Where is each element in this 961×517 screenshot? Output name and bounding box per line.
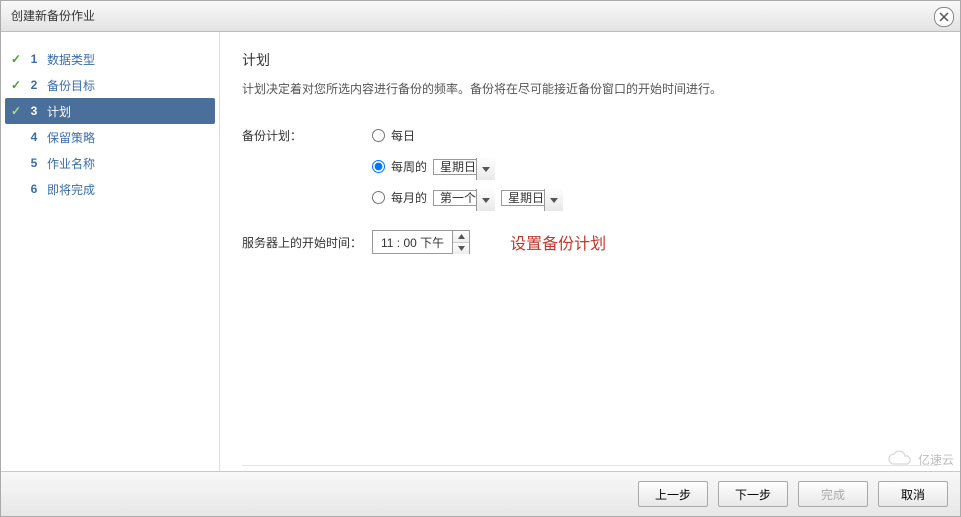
step-ready[interactable]: ✓ 6 即将完成 <box>1 176 219 202</box>
radio-monthly-input[interactable] <box>372 191 385 204</box>
titlebar: 创建新备份作业 <box>1 1 960 32</box>
step-label: 即将完成 <box>47 181 95 198</box>
close-button[interactable] <box>934 7 954 27</box>
radio-monthly[interactable]: 每月的 第一个 星期日 <box>372 189 563 206</box>
schedule-radio-group: 每日 每周的 星期日 每月的 第一个 <box>372 127 563 206</box>
step-job-name[interactable]: ✓ 5 作业名称 <box>1 150 219 176</box>
cancel-button[interactable]: 取消 <box>878 481 948 507</box>
window-title: 创建新备份作业 <box>11 9 95 23</box>
finish-button[interactable]: 完成 <box>798 481 868 507</box>
page-description: 计划决定着对您所选内容进行备份的频率。备份将在尽可能接近备份窗口的开始时间进行。 <box>242 80 938 97</box>
start-time-input[interactable]: 11 : 00 下午 <box>372 230 470 254</box>
spinner-down-button[interactable] <box>453 243 469 254</box>
back-button[interactable]: 上一步 <box>638 481 708 507</box>
weekly-day-value: 星期日 <box>433 159 495 175</box>
step-label: 计划 <box>47 103 71 120</box>
wizard-sidebar: ✓ 1 数据类型 ✓ 2 备份目标 ✓ 3 计划 ✓ 4 保留策略 ✓ 5 <box>1 32 220 472</box>
step-number: 4 <box>27 130 41 144</box>
close-icon <box>935 8 953 26</box>
next-button[interactable]: 下一步 <box>718 481 788 507</box>
dialog-body: ✓ 1 数据类型 ✓ 2 备份目标 ✓ 3 计划 ✓ 4 保留策略 ✓ 5 <box>1 32 960 472</box>
radio-weekly-label: 每周的 <box>391 158 427 175</box>
step-number: 5 <box>27 156 41 170</box>
step-data-type[interactable]: ✓ 1 数据类型 <box>1 46 219 72</box>
radio-weekly[interactable]: 每周的 星期日 <box>372 158 563 175</box>
step-number: 2 <box>27 78 41 92</box>
start-time-value: 11 : 00 下午 <box>373 234 452 251</box>
step-number: 3 <box>27 104 41 118</box>
dialog-footer: 上一步 下一步 完成 取消 <box>1 471 960 516</box>
monthly-ordinal-select[interactable]: 第一个 <box>433 189 495 206</box>
check-icon: ✓ <box>9 52 23 66</box>
page-title: 计划 <box>242 50 938 70</box>
annotation-text: 设置备份计划 <box>510 230 606 254</box>
start-time-label: 服务器上的开始时间： <box>242 234 372 251</box>
monthly-day-select[interactable]: 星期日 <box>501 189 563 206</box>
step-label: 作业名称 <box>47 155 95 172</box>
step-schedule[interactable]: ✓ 3 计划 <box>5 98 215 124</box>
step-label: 数据类型 <box>47 51 95 68</box>
schedule-label: 备份计划： <box>242 127 372 144</box>
radio-monthly-label: 每月的 <box>391 189 427 206</box>
chevron-down-icon <box>458 246 465 251</box>
step-number: 6 <box>27 182 41 196</box>
radio-daily-label: 每日 <box>391 127 415 144</box>
content-separator <box>242 465 938 466</box>
check-icon: ✓ <box>9 104 23 118</box>
step-number: 1 <box>27 52 41 66</box>
radio-weekly-input[interactable] <box>372 160 385 173</box>
radio-daily[interactable]: 每日 <box>372 127 563 144</box>
monthly-ordinal-value: 第一个 <box>433 190 495 206</box>
step-label: 保留策略 <box>47 129 95 146</box>
chevron-up-icon <box>458 234 465 239</box>
step-label: 备份目标 <box>47 77 95 94</box>
check-icon: ✓ <box>9 78 23 92</box>
start-time-row: 服务器上的开始时间： 11 : 00 下午 设置备份计划 <box>242 230 938 254</box>
step-retention[interactable]: ✓ 4 保留策略 <box>1 124 219 150</box>
weekly-day-select[interactable]: 星期日 <box>433 158 495 175</box>
content-pane: 计划 计划决定着对您所选内容进行备份的频率。备份将在尽可能接近备份窗口的开始时间… <box>220 32 960 472</box>
radio-daily-input[interactable] <box>372 129 385 142</box>
monthly-day-value: 星期日 <box>501 190 563 206</box>
schedule-row: 备份计划： 每日 每周的 星期日 <box>242 127 938 206</box>
spinner-up-button[interactable] <box>453 231 469 243</box>
step-backup-target[interactable]: ✓ 2 备份目标 <box>1 72 219 98</box>
dialog-window: 创建新备份作业 ✓ 1 数据类型 ✓ 2 备份目标 ✓ 3 计划 ✓ <box>0 0 961 517</box>
time-spinner <box>452 231 469 254</box>
